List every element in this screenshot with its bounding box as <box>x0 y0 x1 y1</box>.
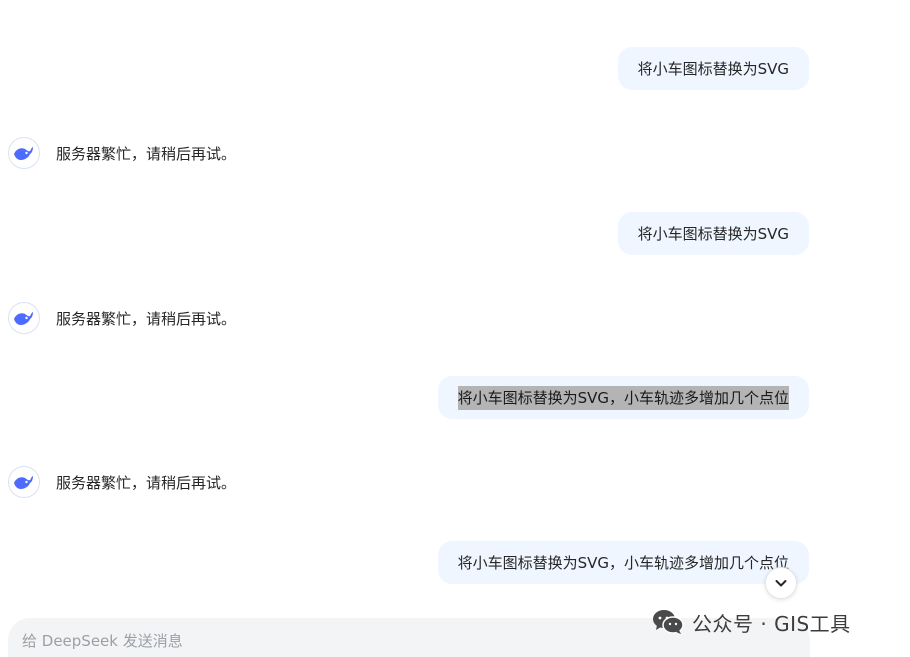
watermark-text: 公众号 · GIS工具 <box>692 611 851 636</box>
assistant-message-text: 服务器繁忙，请稍后再试。 <box>56 473 237 492</box>
assistant-message-text: 服务器繁忙，请稍后再试。 <box>56 309 237 328</box>
user-message-text: 将小车图标替换为SVG <box>637 59 789 78</box>
assistant-message-text: 服务器繁忙，请稍后再试。 <box>56 144 237 163</box>
user-message-text: 将小车图标替换为SVG <box>637 224 789 243</box>
scroll-to-bottom-button[interactable] <box>765 567 797 599</box>
chevron-down-icon <box>774 576 788 590</box>
assistant-message: 服务器繁忙，请稍后再试。 <box>8 465 236 499</box>
assistant-message: 服务器繁忙，请稍后再试。 <box>8 136 236 170</box>
user-message-bubble[interactable]: 将小车图标替换为SVG <box>617 47 809 90</box>
wechat-icon <box>652 609 684 635</box>
deepseek-whale-icon <box>8 302 40 334</box>
assistant-message: 服务器繁忙，请稍后再试。 <box>8 301 236 335</box>
user-message-bubble[interactable]: 将小车图标替换为SVG，小车轨迹多增加几个点位 <box>437 541 809 584</box>
user-message-text: 将小车图标替换为SVG，小车轨迹多增加几个点位 <box>457 553 789 572</box>
user-message-bubble[interactable]: 将小车图标替换为SVG <box>617 212 809 255</box>
chat-page: 将小车图标替换为SVG 服务器繁忙，请稍后再试。 将小车图标替换为SVG 服务器… <box>0 0 910 657</box>
user-message-text-selected: 将小车图标替换为SVG，小车轨迹多增加几个点位 <box>457 385 789 410</box>
user-message-bubble[interactable]: 将小车图标替换为SVG，小车轨迹多增加几个点位 <box>437 376 809 419</box>
watermark: 公众号 · GIS工具 <box>652 606 851 638</box>
deepseek-whale-icon <box>8 137 40 169</box>
deepseek-whale-icon <box>8 466 40 498</box>
